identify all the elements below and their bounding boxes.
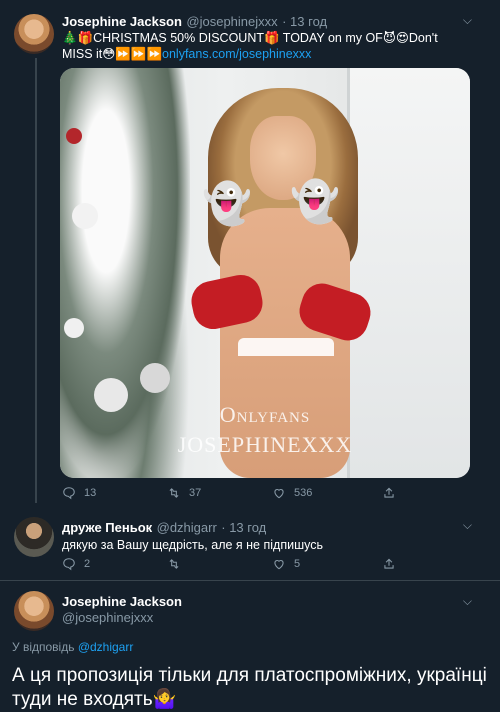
author-handle[interactable]: @josephinejxxx <box>62 610 153 625</box>
avatar[interactable] <box>14 14 54 54</box>
retweet-button[interactable] <box>167 557 272 571</box>
tweet-actions: 13 37 536 <box>62 486 462 500</box>
reply-icon <box>63 558 75 571</box>
like-count: 536 <box>294 487 313 499</box>
avatar[interactable] <box>14 517 54 557</box>
tweet-text: дякую за Вашу щедрість, але я не підпишу… <box>62 538 323 552</box>
share-button[interactable] <box>382 486 396 500</box>
reply-count: 2 <box>84 558 91 570</box>
author-handle[interactable]: @josephinejxxx <box>186 14 277 29</box>
reply-icon <box>63 487 75 500</box>
heart-icon <box>274 560 284 570</box>
chevron-down-icon[interactable]: ⌵ <box>463 594 472 609</box>
share-button[interactable] <box>382 557 396 571</box>
like-count: 5 <box>294 558 301 570</box>
timestamp[interactable]: · 13 год <box>282 14 327 29</box>
chevron-down-icon[interactable]: ⌵ <box>463 518 472 533</box>
like-button[interactable]: 5 <box>272 557 382 571</box>
divider <box>0 580 500 581</box>
tweet-text: 🎄🎁CHRISTMAS 50% DISCOUNT🎁 TODAY on my OF… <box>62 30 452 62</box>
ghost-sticker-left: 👻 <box>202 182 252 226</box>
timestamp[interactable]: · 13 год <box>221 520 266 535</box>
watermark-line-2: JOSEPHINEXXX <box>177 432 353 457</box>
replying-to-label: У відповідь <box>12 640 75 654</box>
avatar[interactable] <box>14 591 54 631</box>
tweet-link[interactable]: onlyfans.com/josephinexxx <box>162 47 311 61</box>
heart-icon <box>274 489 284 499</box>
tweet-text: А ця пропозиція тільки для платоспроміжн… <box>12 665 487 710</box>
retweet-icon <box>169 488 179 498</box>
author-name[interactable]: Josephine Jackson <box>62 14 182 29</box>
retweet-count: 37 <box>189 487 202 499</box>
reply-button[interactable]: 13 <box>62 486 167 500</box>
thread-line <box>35 58 37 503</box>
tweet-actions: 2 5 <box>62 557 462 571</box>
retweet-button[interactable]: 37 <box>167 486 272 500</box>
reply-button[interactable]: 2 <box>62 557 167 571</box>
ghost-sticker-right: 👻 <box>290 180 340 224</box>
replying-to-handle[interactable]: @dzhigarr <box>78 640 134 654</box>
author-name[interactable]: Josephine Jackson <box>62 594 182 609</box>
like-button[interactable]: 536 <box>272 486 382 500</box>
author-name[interactable]: друже Пеньок <box>62 520 152 535</box>
watermark-line-1: Onlyfans <box>219 402 311 427</box>
reply-count: 13 <box>84 487 97 499</box>
replying-to: У відповідь @dzhigarr <box>12 640 133 654</box>
chevron-down-icon[interactable]: ⌵ <box>463 13 472 28</box>
retweet-icon <box>169 559 179 569</box>
share-icon <box>384 558 394 569</box>
media-image[interactable]: 👻 👻 Onlyfans JOSEPHINEXXX <box>60 68 470 478</box>
share-icon <box>384 487 394 498</box>
author-handle[interactable]: @dzhigarr <box>157 520 217 535</box>
